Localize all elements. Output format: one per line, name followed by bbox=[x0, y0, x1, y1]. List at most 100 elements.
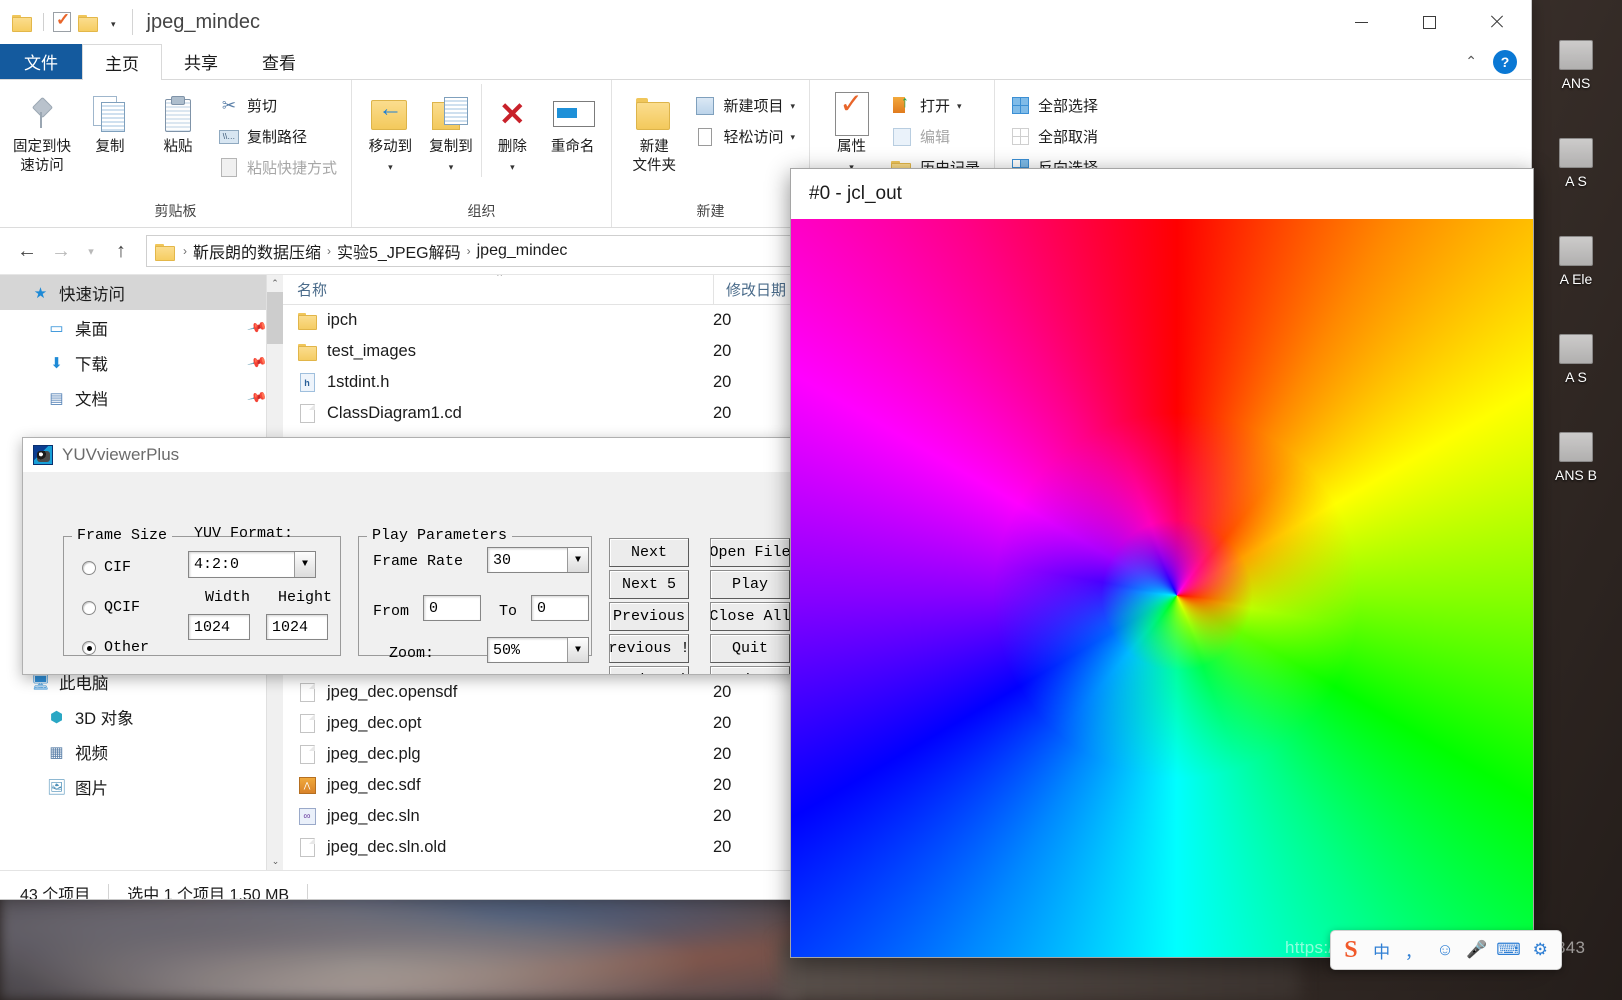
scroll-up-icon[interactable]: ⌃ bbox=[267, 275, 283, 292]
scrollbar-thumb[interactable] bbox=[267, 292, 283, 344]
sidebar-item-documents[interactable]: ▤ 文档 📌 bbox=[0, 380, 283, 415]
height-input[interactable] bbox=[266, 614, 328, 640]
pin-icon[interactable]: 📌 bbox=[246, 387, 268, 409]
pin-to-quick-access-button[interactable]: 固定到快 速访问 bbox=[8, 84, 76, 176]
move-to-button[interactable]: 移动到 ▾ bbox=[360, 84, 421, 177]
next-5-button[interactable]: Next 5 bbox=[609, 570, 689, 599]
play-button[interactable]: Play bbox=[710, 570, 790, 599]
new-folder-button[interactable]: 新建 文件夹 bbox=[620, 84, 688, 176]
desktop-icon[interactable]: A S bbox=[1530, 138, 1622, 190]
chevron-down-icon[interactable]: ▼ bbox=[567, 638, 588, 662]
copy-path-button[interactable]: \\… 复制路径 bbox=[212, 121, 343, 152]
sidebar-item-desktop[interactable]: ▭ 桌面 📌 bbox=[0, 310, 283, 345]
keyboard-icon[interactable]: ⌨ bbox=[1494, 935, 1524, 965]
column-header-date[interactable]: 修改日期 bbox=[713, 275, 786, 304]
folder-icon[interactable] bbox=[12, 13, 34, 32]
quit-button[interactable]: Quit bbox=[710, 634, 790, 663]
sidebar-item-pictures[interactable]: 🖼 图片 bbox=[0, 769, 283, 804]
width-input[interactable] bbox=[188, 614, 250, 640]
paste-button[interactable]: 粘贴 bbox=[144, 84, 212, 157]
up-button[interactable]: ↑ bbox=[106, 236, 136, 266]
chevron-down-icon[interactable]: ▾ bbox=[107, 19, 120, 30]
breadcrumb-item-1[interactable]: 实验5_JPEG解码 bbox=[337, 239, 461, 263]
punctuation-icon[interactable]: ， bbox=[1398, 935, 1428, 965]
edit-button[interactable]: 编辑 bbox=[885, 121, 986, 152]
zoom-select[interactable]: 50% ▼ bbox=[487, 637, 589, 663]
tab-home[interactable]: 主页 bbox=[82, 44, 162, 80]
forward-button[interactable]: → bbox=[46, 236, 76, 266]
sidebar-item-videos[interactable]: ▦ 视频 bbox=[0, 734, 283, 769]
delete-button[interactable]: ✕ 删除 ▾ bbox=[481, 84, 542, 177]
chevron-down-icon[interactable]: ▾ bbox=[510, 158, 515, 177]
pin-icon[interactable]: 📌 bbox=[246, 317, 268, 339]
backward-button[interactable]: Backward bbox=[609, 666, 689, 674]
desktop-icon[interactable]: ANS bbox=[1530, 40, 1622, 92]
rename-button[interactable]: 重命名 bbox=[542, 84, 603, 157]
desktop-icon[interactable]: ANS B bbox=[1530, 432, 1622, 484]
tab-view[interactable]: 查看 bbox=[240, 44, 318, 79]
sogou-tools-icon[interactable]: ⚙ bbox=[1525, 935, 1555, 965]
copy-button[interactable]: 复制 bbox=[76, 84, 144, 157]
chevron-up-icon[interactable]: ⌃ bbox=[1459, 53, 1483, 70]
back-button[interactable]: ← bbox=[12, 236, 42, 266]
file-date: 20 bbox=[713, 776, 732, 794]
check-properties-icon[interactable] bbox=[53, 10, 71, 32]
copy-to-button[interactable]: 复制到 ▾ bbox=[421, 84, 482, 177]
desktop-icon[interactable]: A S bbox=[1530, 334, 1622, 386]
scroll-down-icon[interactable]: ⌄ bbox=[267, 853, 283, 870]
sidebar-item-quick-access[interactable]: ★ 快速访问 bbox=[0, 275, 283, 310]
properties-button[interactable]: 属性 ▾ bbox=[818, 84, 885, 177]
easy-access-button[interactable]: 轻松访问 ▾ bbox=[688, 121, 801, 152]
back-to-0-button[interactable]: BackTo0 bbox=[710, 666, 790, 674]
select-all-button[interactable]: 全部选择 bbox=[1003, 90, 1104, 121]
next-button[interactable]: Next bbox=[609, 538, 689, 567]
close-button[interactable] bbox=[1463, 0, 1531, 44]
new-item-button[interactable]: 新建项目 ▾ bbox=[688, 90, 801, 121]
yuv-format-select[interactable]: 4:2:0 ▼ bbox=[188, 551, 316, 578]
previous-5-button[interactable]: revious ! bbox=[609, 634, 689, 663]
voice-input-icon[interactable]: 🎤 bbox=[1462, 935, 1492, 965]
recent-locations-button[interactable]: ▾ bbox=[80, 236, 102, 266]
breadcrumb-item-0[interactable]: 靳辰朗的数据压缩 bbox=[193, 239, 321, 263]
help-icon[interactable]: ? bbox=[1493, 49, 1517, 74]
frame-rate-select[interactable]: 30 ▼ bbox=[487, 547, 589, 573]
new-item-label: 新建项目 bbox=[723, 98, 784, 115]
radio-cif[interactable]: CIF bbox=[82, 559, 131, 576]
minimize-button[interactable] bbox=[1327, 0, 1395, 44]
sogou-logo-icon[interactable]: S bbox=[1337, 936, 1365, 964]
emoji-icon[interactable]: ☺ bbox=[1430, 935, 1460, 965]
tab-file[interactable]: 文件 bbox=[0, 44, 82, 79]
radio-button[interactable] bbox=[82, 600, 96, 615]
sidebar-item-downloads[interactable]: ⬇ 下载 📌 bbox=[0, 345, 283, 380]
to-input[interactable] bbox=[531, 595, 589, 621]
maximize-button[interactable] bbox=[1395, 0, 1463, 44]
chevron-down-icon[interactable]: ▾ bbox=[449, 158, 454, 177]
desktop-icon[interactable]: A Ele bbox=[1530, 236, 1622, 288]
sidebar-item-label: 快速访问 bbox=[59, 285, 125, 304]
chevron-down-icon[interactable]: ▼ bbox=[567, 548, 588, 572]
select-none-button[interactable]: 全部取消 bbox=[1003, 121, 1104, 152]
cut-button[interactable]: ✂ 剪切 bbox=[212, 90, 343, 121]
paste-shortcut-button[interactable]: 粘贴快捷方式 bbox=[212, 152, 343, 183]
chevron-down-icon[interactable]: ▾ bbox=[790, 101, 795, 112]
radio-button[interactable] bbox=[82, 560, 96, 575]
radio-button[interactable] bbox=[82, 640, 96, 655]
radio-other[interactable]: Other bbox=[82, 639, 149, 656]
close-all-button[interactable]: Close All bbox=[710, 602, 790, 631]
open-button[interactable]: 打开 ▾ bbox=[885, 90, 986, 121]
chevron-down-icon[interactable]: ▼ bbox=[294, 552, 315, 577]
radio-qcif[interactable]: QCIF bbox=[82, 599, 140, 616]
chevron-down-icon[interactable]: ▾ bbox=[388, 158, 393, 177]
from-input[interactable] bbox=[423, 595, 481, 621]
radio-label: QCIF bbox=[104, 599, 141, 616]
chevron-down-icon[interactable]: ▾ bbox=[957, 101, 962, 112]
previous-button[interactable]: Previous bbox=[609, 602, 689, 631]
chinese-mode-icon[interactable]: 中 bbox=[1367, 935, 1397, 965]
new-folder-icon[interactable] bbox=[78, 13, 100, 32]
pin-icon[interactable]: 📌 bbox=[246, 352, 268, 374]
chevron-down-icon[interactable]: ▾ bbox=[790, 132, 795, 143]
breadcrumb-item-2[interactable]: jpeg_mindec bbox=[477, 242, 568, 260]
tab-share[interactable]: 共享 bbox=[162, 44, 240, 79]
open-file-button[interactable]: Open File bbox=[710, 538, 790, 567]
sidebar-item-3d-objects[interactable]: ⬢ 3D 对象 bbox=[0, 699, 283, 734]
